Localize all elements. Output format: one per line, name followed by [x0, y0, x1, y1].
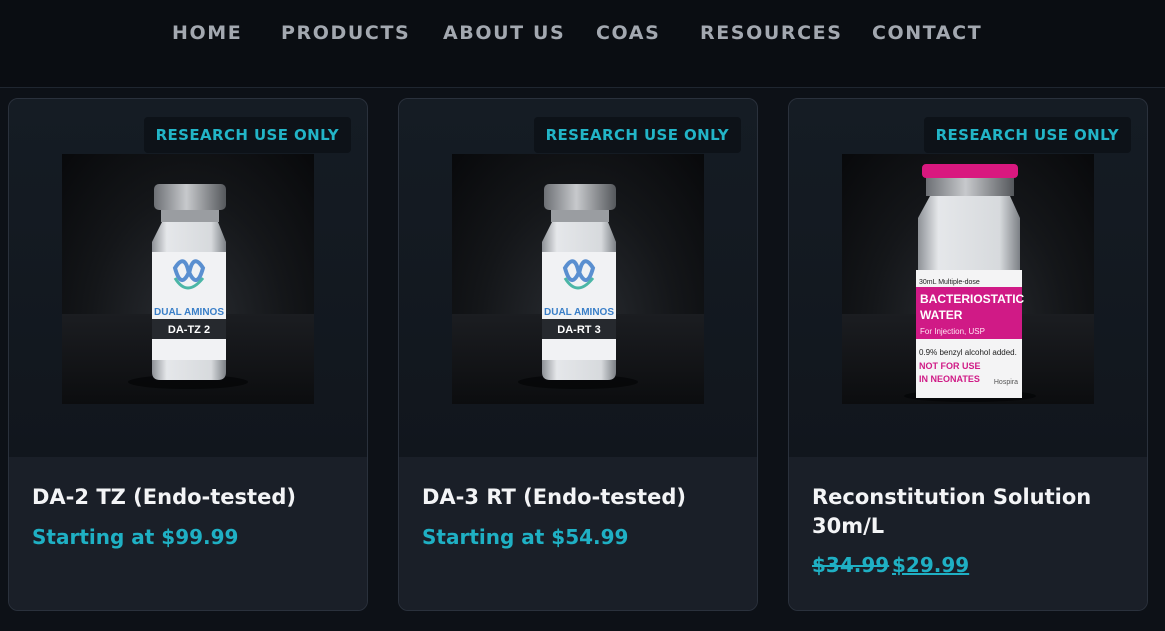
product-image-area: 30mL Multiple-dose BACTERIOSTATIC WATER … — [789, 99, 1147, 457]
product-card[interactable]: DUAL AMINOS DA-RT 3 RESEARCH USE ONLY DA… — [398, 98, 758, 611]
product-title[interactable]: DA-2 TZ (Endo-tested) — [32, 483, 352, 512]
product-price: Starting at $54.99 — [422, 525, 629, 549]
research-badge: RESEARCH USE ONLY — [533, 117, 741, 153]
nav-item-about-us[interactable]: ABOUT US — [443, 22, 565, 44]
product-card[interactable]: DUAL AMINOS DA-TZ 2 RESEARCH USE ONLY DA… — [8, 98, 368, 611]
label-top: 30mL Multiple-dose — [919, 279, 980, 286]
product-photo[interactable]: DUAL AMINOS DA-RT 3 — [452, 154, 704, 404]
product-info: Reconstitution Solution 30m/L $34.99 $29… — [789, 457, 1147, 610]
label-warning-line-2: IN NEONATES — [919, 374, 980, 384]
product-photo[interactable]: 30mL Multiple-dose BACTERIOSTATIC WATER … — [842, 154, 1094, 404]
product-image-area: DUAL AMINOS DA-RT 3 RESEARCH USE ONLY — [399, 99, 757, 457]
label-maker: Hospira — [994, 379, 1018, 386]
product-card[interactable]: 30mL Multiple-dose BACTERIOSTATIC WATER … — [788, 98, 1148, 611]
nav-item-contact[interactable]: CONTACT — [872, 22, 982, 44]
product-price: Starting at $99.99 — [32, 525, 239, 549]
label-use: For Injection, USP — [920, 327, 985, 336]
vial-image: 30mL Multiple-dose BACTERIOSTATIC WATER … — [904, 164, 1036, 402]
product-info: DA-3 RT (Endo-tested) Starting at $54.99 — [399, 457, 757, 610]
nav-item-coas[interactable]: COAS — [596, 22, 660, 44]
label-name-line-1: BACTERIOSTATIC — [920, 292, 1025, 306]
product-title[interactable]: DA-3 RT (Endo-tested) — [422, 483, 742, 512]
product-info: DA-2 TZ (Endo-tested) Starting at $99.99 — [9, 457, 367, 610]
sale-price: $29.99 — [892, 553, 970, 577]
vial-code: DA-TZ 2 — [168, 324, 210, 336]
vial-image: DUAL AMINOS DA-RT 3 — [518, 184, 638, 389]
vial-image: DUAL AMINOS DA-TZ 2 — [128, 184, 248, 389]
label-name-line-2: WATER — [920, 308, 963, 322]
nav-item-resources[interactable]: RESOURCES — [700, 22, 843, 44]
original-price: $34.99 — [812, 553, 890, 577]
vial-brand: DUAL AMINOS — [154, 307, 224, 318]
top-navigation: HOME PRODUCTS ABOUT US COAS RESOURCES CO… — [0, 0, 1165, 88]
research-badge: RESEARCH USE ONLY — [923, 117, 1131, 153]
vial-code: DA-RT 3 — [557, 324, 600, 336]
research-badge: RESEARCH USE ONLY — [143, 117, 351, 153]
product-image-area: DUAL AMINOS DA-TZ 2 RESEARCH USE ONLY — [9, 99, 367, 457]
label-note: 0.9% benzyl alcohol added. — [919, 348, 1017, 357]
label-warning-line-1: NOT FOR USE — [919, 361, 981, 371]
product-photo[interactable]: DUAL AMINOS DA-TZ 2 — [62, 154, 314, 404]
nav-item-home[interactable]: HOME — [172, 22, 242, 44]
product-title[interactable]: Reconstitution Solution 30m/L — [812, 483, 1132, 541]
vial-brand: DUAL AMINOS — [544, 307, 614, 318]
nav-item-products[interactable]: PRODUCTS — [281, 22, 410, 44]
